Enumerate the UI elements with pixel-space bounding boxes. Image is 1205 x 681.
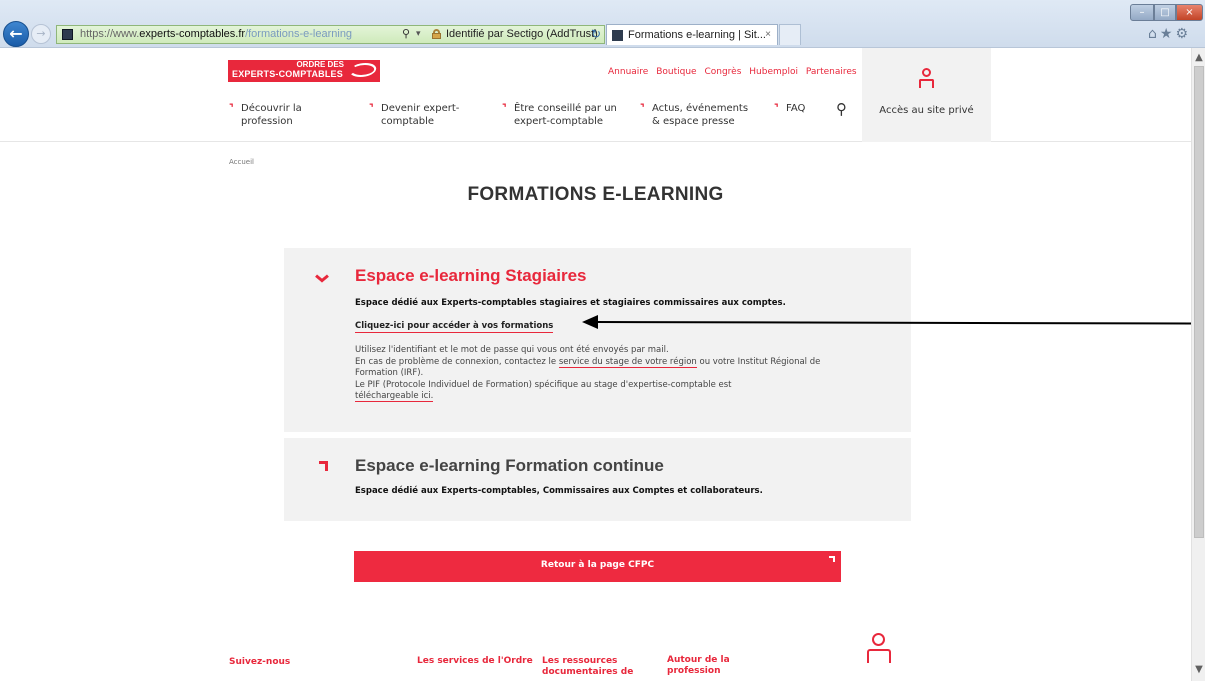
accordion-subtitle: Espace dédié aux Experts-comptables, Com… (355, 486, 763, 496)
scroll-up-icon[interactable]: ▲ (1192, 52, 1205, 63)
top-link-annuaire[interactable]: Annuaire (608, 67, 648, 77)
access-formations-link[interactable]: Cliquez-ici pour accéder à vos formation… (355, 321, 554, 333)
window-controls: – □ × (1130, 4, 1203, 22)
service-stage-link[interactable]: service du stage de votre région (558, 356, 697, 368)
scroll-down-icon[interactable]: ▼ (1192, 664, 1205, 675)
footer-link-services[interactable]: Les services de l'Ordre (417, 656, 533, 667)
home-favorites-settings-icons[interactable]: ⌂★⚙ (1148, 26, 1191, 42)
body-line-credentials: Utilisez l'identifiant et le mot de pass… (355, 345, 669, 355)
top-links: Annuaire Boutique Congrès Hubemploi Part… (608, 67, 862, 77)
nav-label-line2: comptable (381, 116, 435, 127)
url-host: experts-comptables.fr (139, 28, 246, 40)
back-to-cfpc-button[interactable]: Retour à la page CFPC (354, 551, 841, 582)
user-icon (919, 68, 934, 90)
corner-mark-icon: ⌝ (229, 103, 234, 114)
search-icon[interactable]: ⚲ (402, 26, 410, 43)
accordion-body-text: Utilisez l'identifiant et le mot de pass… (355, 345, 855, 403)
footer-link-resources[interactable]: Les ressources documentaires de (542, 656, 633, 678)
corner-mark-icon: ⌝ (369, 103, 374, 114)
nav-label-line2: & espace presse (652, 116, 735, 127)
top-link-boutique[interactable]: Boutique (656, 67, 696, 77)
tab-close-icon[interactable]: × (765, 25, 771, 45)
minimize-button[interactable]: – (1130, 4, 1154, 21)
cta-label: Retour à la page CFPC (540, 560, 655, 570)
forward-button[interactable]: → (31, 24, 51, 44)
url-path: /formations-e-learning (245, 28, 353, 40)
nav-label-line1: Devenir expert- (381, 103, 460, 114)
corner-mark-icon (829, 556, 835, 562)
site-header: ORDRE DES EXPERTS-COMPTABLES Annuaire Bo… (0, 48, 1191, 142)
back-button[interactable]: ← (3, 21, 29, 47)
footer-resources-line2: documentaires de (542, 667, 634, 677)
footer-link-about[interactable]: Autour de la profession (667, 655, 730, 677)
nav-label-line1: Actus, événements (652, 103, 749, 114)
top-link-congres[interactable]: Congrès (704, 67, 741, 77)
vertical-scrollbar[interactable]: ▲ ▼ (1191, 48, 1205, 681)
breadcrumb[interactable]: Accueil (229, 158, 254, 166)
page-title: FORMATIONS E-LEARNING (467, 184, 724, 205)
site-logo[interactable]: ORDRE DES EXPERTS-COMPTABLES (228, 60, 380, 82)
close-window-button[interactable]: × (1176, 4, 1203, 21)
accordion-stagiaires: Espace e-learning Stagiaires Espace dédi… (284, 248, 911, 432)
nav-label-line2: profession (241, 116, 293, 127)
footer-about-line2: profession (667, 666, 721, 676)
url-text[interactable]: https://www.experts-comptables.fr/format… (80, 26, 352, 43)
accordion-formation-continue: Espace e-learning Formation continue Esp… (284, 438, 911, 521)
private-access-label: Accès au site privé (879, 105, 974, 116)
nav-label-line1: FAQ (786, 103, 806, 114)
accordion-subtitle: Espace dédié aux Experts-comptables stag… (355, 298, 786, 308)
body-line-problem: En cas de problème de connexion, contact… (355, 356, 559, 367)
footer-about-line1: Autour de la (667, 655, 730, 665)
top-link-partenaires[interactable]: Partenaires (806, 67, 857, 77)
footer-resources-line1: Les ressources (542, 656, 618, 666)
tab-favicon-icon (612, 30, 623, 41)
scroll-thumb[interactable] (1194, 66, 1204, 538)
accordion-heading-formation-continue[interactable]: Espace e-learning Formation continue (355, 456, 664, 476)
lock-icon[interactable] (432, 29, 441, 39)
logo-line-2: EXPERTS-COMPTABLES (232, 69, 343, 79)
browser-toolbar: ← → https://www.experts-comptables.fr/fo… (0, 0, 1205, 48)
page-viewport: ORDRE DES EXPERTS-COMPTABLES Annuaire Bo… (0, 48, 1191, 681)
corner-mark-icon[interactable] (319, 461, 328, 471)
footer-follow-us: Suivez-nous (229, 657, 291, 667)
pif-download-link[interactable]: téléchargeable ici. (355, 391, 434, 402)
nav-label-line1: Découvrir la (241, 103, 302, 114)
body-line-pif: Le PIF (Protocole Individuel de Formatio… (355, 379, 732, 390)
url-scheme: https://www. (80, 28, 140, 40)
tab-title: Formations e-learning | Sit... (628, 29, 766, 41)
site-favicon-icon (62, 29, 73, 40)
search-icon[interactable]: ⚲ (836, 100, 847, 118)
nav-label-line2: expert-comptable (514, 116, 604, 127)
accordion-heading-stagiaires[interactable]: Espace e-learning Stagiaires (355, 266, 587, 286)
new-tab-button[interactable] (779, 24, 801, 45)
chevron-down-icon[interactable] (315, 274, 329, 284)
private-access-button[interactable]: Accès au site privé (862, 48, 991, 142)
top-link-hubemploi[interactable]: Hubemploi (749, 67, 798, 77)
corner-mark-icon: ⌝ (774, 103, 779, 114)
address-bar[interactable]: https://www.experts-comptables.fr/format… (56, 25, 605, 44)
footer-user-icon (867, 633, 891, 681)
corner-mark-icon: ⌝ (640, 103, 645, 114)
browser-tab-active[interactable]: Formations e-learning | Sit... × (606, 24, 778, 45)
refresh-icon[interactable]: ↻ (591, 26, 601, 43)
annotation-arrow-head (582, 315, 598, 329)
chevron-down-icon[interactable]: ▾ (416, 25, 421, 42)
logo-swoosh-icon (347, 63, 379, 77)
security-identity[interactable]: Identifié par Sectigo (AddTrust) (446, 26, 598, 43)
maximize-button[interactable]: □ (1154, 4, 1176, 21)
nav-label-line1: Être conseillé par un (514, 103, 617, 114)
corner-mark-icon: ⌝ (502, 103, 507, 114)
